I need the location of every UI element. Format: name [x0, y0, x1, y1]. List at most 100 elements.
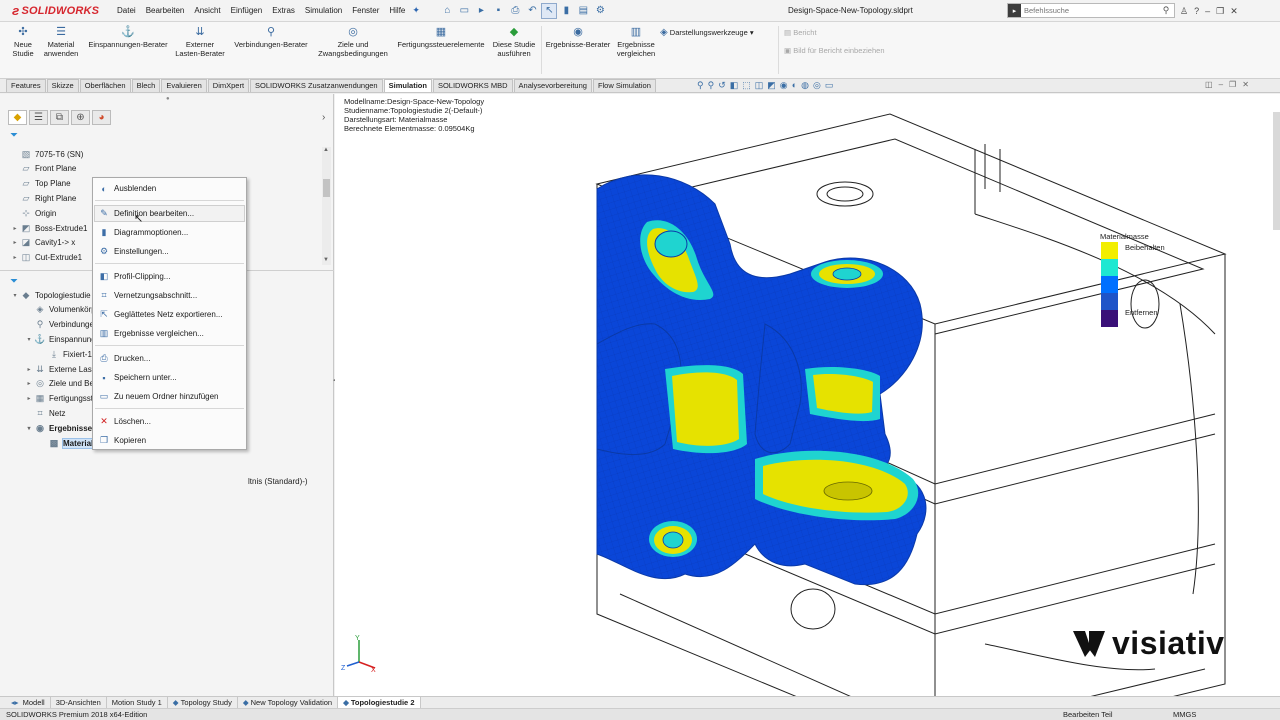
view-settings-icon[interactable]: ◎	[813, 80, 821, 91]
command-search[interactable]: ▸ ⚲	[1007, 3, 1175, 18]
minimize-icon[interactable]: –	[1205, 6, 1210, 16]
context-menu-item[interactable]: ✕ Löschen...	[95, 414, 244, 429]
search-mode-icon[interactable]: ▸	[1008, 4, 1021, 17]
bottom-tab-modell[interactable]: ◂▸ Modell	[6, 697, 51, 708]
solidworks-logo[interactable]: ƨ SOLIDWORKS	[0, 0, 112, 22]
new-document-icon[interactable]: ▭	[457, 4, 471, 18]
home-icon[interactable]: ⌂	[440, 4, 454, 18]
viewport-close-icon[interactable]: ✕	[1242, 80, 1249, 89]
chevron-down-icon[interactable]: ▾	[10, 292, 20, 299]
zoom-area-icon[interactable]: ⚲	[708, 80, 715, 91]
user-icon[interactable]: ♙	[1180, 6, 1188, 17]
menu-einfuegen[interactable]: Einfügen	[226, 0, 268, 22]
help-icon[interactable]: ?	[1194, 6, 1199, 16]
display-style-icon[interactable]: ◩	[767, 80, 776, 91]
tab-simulation[interactable]: Simulation	[383, 79, 432, 92]
feature-manager-tab-icon[interactable]: ◆	[8, 110, 27, 125]
context-menu-item[interactable]: ⎙ Drucken...	[95, 351, 244, 366]
tree-item[interactable]: ⚲ Verbindungen	[24, 318, 99, 332]
section-view-icon[interactable]: ◧	[730, 80, 739, 91]
tab-analysevorbereitung[interactable]: Analysevorbereitung	[513, 79, 592, 92]
tree-item[interactable]: ▾ ◉ Ergebnisse	[24, 421, 92, 435]
menu-hilfe[interactable]: Hilfe	[384, 0, 410, 22]
context-menu-item[interactable]: ◐ Ausblenden	[95, 181, 244, 196]
menu-ansicht[interactable]: Ansicht	[189, 0, 225, 22]
menu-bearbeiten[interactable]: Bearbeiten	[141, 0, 190, 22]
edit-appearance-icon[interactable]: ◐	[792, 80, 797, 91]
manufacturing-controls-button[interactable]: ▦ Fertigungssteuerelemente	[395, 26, 487, 49]
scroll-thumb[interactable]	[323, 179, 330, 197]
scene-icon[interactable]: ◍	[801, 80, 809, 91]
tab-skizze[interactable]: Skizze	[46, 79, 79, 92]
monitor-icon[interactable]: ▭	[825, 80, 834, 91]
bottom-tab-new-topology-validation[interactable]: ◆ New Topology Validation	[238, 697, 339, 708]
units-text[interactable]: MMGS	[1173, 710, 1196, 719]
tab-features[interactable]: Features	[6, 79, 46, 92]
run-study-button[interactable]: ◆ Diese Studie ausführen	[489, 26, 539, 58]
dimxpert-manager-tab-icon[interactable]: ⊕	[71, 110, 90, 125]
viewport-minimize-icon[interactable]: –	[1219, 80, 1223, 89]
bottom-tab-topology-study[interactable]: ◆ Topology Study	[168, 697, 238, 708]
menu-fenster[interactable]: Fenster	[347, 0, 384, 22]
panel-grip-icon[interactable]: ●	[166, 96, 170, 102]
split-view-icon[interactable]: ◫	[1205, 80, 1213, 89]
chevron-right-icon[interactable]: ›	[322, 112, 325, 123]
apply-material-button[interactable]: ☰ Material anwenden	[40, 26, 82, 58]
file-properties-icon[interactable]: ▤	[576, 4, 590, 18]
tree-item[interactable]: ▱ Right Plane	[10, 191, 77, 205]
rebuild-icon[interactable]: ▮	[559, 4, 573, 18]
tree-item[interactable]: ⊹ Origin	[10, 206, 56, 220]
menu-simulation[interactable]: Simulation	[300, 0, 347, 22]
tree-item[interactable]: ◈ Volumenkörper	[24, 303, 103, 317]
chevron-right-icon[interactable]: ▸	[24, 395, 34, 402]
tree-item[interactable]: ▩ Materialm	[38, 436, 102, 450]
search-icon[interactable]: ⚲	[1158, 5, 1174, 16]
context-menu-item[interactable]: ◧ Profil-Clipping...	[95, 269, 244, 284]
tab-mbd[interactable]: SOLIDWORKS MBD	[432, 79, 513, 92]
filter-icon[interactable]: ⏷	[10, 130, 18, 141]
connections-advisor-button[interactable]: ⚲ Verbindungen-Berater	[230, 26, 312, 49]
context-menu-item[interactable]: ▮ Diagrammoptionen...	[95, 225, 244, 240]
topology-result-model[interactable]	[335, 94, 1280, 696]
tree-item[interactable]: ▸ ◪ Cavity1-> x	[10, 236, 75, 250]
pin-icon[interactable]: ✦	[412, 5, 424, 16]
tree-item[interactable]: ⤓ Fixiert-1	[38, 347, 92, 361]
hide-show-icon[interactable]: ◉	[780, 80, 788, 91]
open-icon[interactable]: ▸	[474, 4, 488, 18]
scroll-down-icon[interactable]: ▼	[323, 257, 329, 263]
display-manager-tab-icon[interactable]: ◕	[92, 110, 111, 125]
configuration-manager-tab-icon[interactable]: ⧉	[50, 110, 69, 125]
context-menu-item[interactable]: ⚙ Einstellungen...	[95, 244, 244, 259]
tab-flow-simulation[interactable]: Flow Simulation	[592, 79, 656, 92]
bottom-tab-topologiestudie-2[interactable]: ◆ Topologiestudie 2	[338, 697, 421, 708]
compare-results-button[interactable]: ▥ Ergebnisse vergleichen	[614, 26, 658, 58]
tree-item[interactable]: ▸ ◩ Boss-Extrude1	[10, 221, 87, 235]
chevron-right-icon[interactable]: ▸	[24, 366, 34, 373]
chevron-down-icon[interactable]: ▾	[24, 425, 34, 432]
previous-view-icon[interactable]: ↺	[718, 80, 726, 91]
chevron-right-icon[interactable]: ▸	[24, 380, 34, 387]
tree-item[interactable]: ▸ ◫ Cut-Extrude1	[10, 251, 82, 265]
property-manager-tab-icon[interactable]: ☰	[29, 110, 48, 125]
chevron-down-icon[interactable]: ▾	[24, 336, 34, 343]
dynamic-annotation-icon[interactable]: ⬚	[742, 80, 751, 91]
context-menu-item[interactable]: ▪ Speichern unter...	[95, 370, 244, 385]
menu-datei[interactable]: Datei	[112, 0, 141, 22]
tree-item[interactable]: ▾ ◆ Topologiestudie 2 (	[10, 288, 102, 302]
menu-extras[interactable]: Extras	[267, 0, 300, 22]
tab-evaluieren[interactable]: Evaluieren	[161, 79, 207, 92]
tree-scrollbar[interactable]: ▲ ▼	[322, 147, 331, 265]
undo-icon[interactable]: ↶	[525, 4, 539, 18]
select-pointer-icon[interactable]: ↖	[541, 2, 558, 19]
viewport-restore-icon[interactable]: ❐	[1229, 80, 1236, 89]
scroll-up-icon[interactable]: ▲	[323, 147, 329, 153]
tab-blech[interactable]: Blech	[131, 79, 161, 92]
bottom-tab-3d-ansichten[interactable]: 3D-Ansichten	[51, 697, 107, 708]
graphics-area[interactable]: Modellname:Design-Space-New-Topology Stu…	[335, 94, 1280, 696]
print-icon[interactable]: ⎙	[508, 4, 522, 18]
tree-item[interactable]: ▧ 7075-T6 (SN)	[10, 147, 84, 161]
results-advisor-button[interactable]: ◉ Ergebnisse-Berater	[544, 26, 612, 49]
tree-item[interactable]: ⌗ Netz	[24, 406, 65, 420]
task-pane-tabs[interactable]	[1273, 112, 1280, 230]
save-icon[interactable]: ▪	[491, 4, 505, 18]
